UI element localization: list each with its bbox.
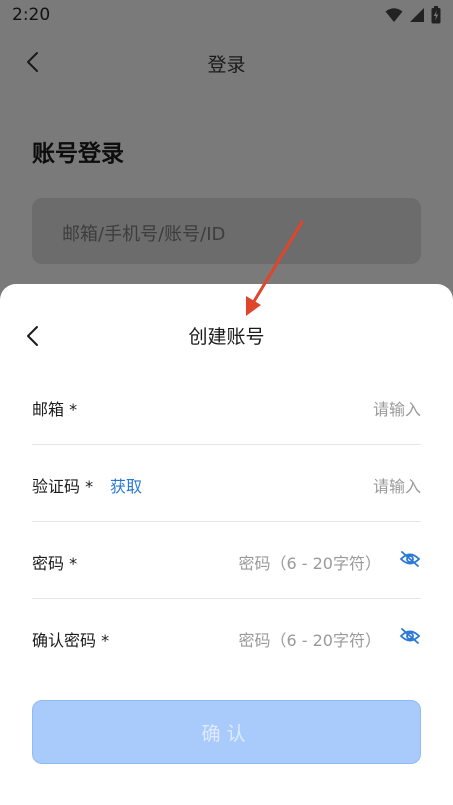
wifi-icon	[385, 8, 403, 22]
status-icons	[385, 6, 441, 24]
account-input[interactable]: 邮箱/手机号/账号/ID	[32, 198, 421, 264]
account-input-placeholder: 邮箱/手机号/账号/ID	[62, 224, 226, 245]
confirm-password-label: 确认密码 *	[32, 631, 110, 650]
confirm-password-input[interactable]: 密码（6 - 20字符）	[239, 627, 382, 651]
login-page-title: 登录	[207, 54, 246, 76]
get-code-button[interactable]: 获取	[110, 473, 142, 497]
confirm-button[interactable]: 确认	[32, 700, 421, 764]
email-row[interactable]: 邮箱 * 请输入	[32, 368, 421, 445]
signal-icon	[410, 8, 424, 22]
verification-code-label: 验证码 *	[32, 477, 94, 496]
verification-code-row[interactable]: 验证码 * 获取 请输入	[32, 445, 421, 522]
password-input[interactable]: 密码（6 - 20字符）	[239, 550, 382, 574]
password-row[interactable]: 密码 * 密码（6 - 20字符）	[32, 522, 421, 599]
verification-code-input[interactable]: 请输入	[373, 473, 421, 497]
status-bar: 2:20	[0, 0, 453, 30]
battery-icon	[431, 6, 441, 24]
eye-off-icon[interactable]	[399, 549, 421, 569]
email-input[interactable]: 请输入	[373, 396, 421, 420]
create-account-sheet: 创建账号 邮箱 * 请输入 验证码 * 获取 请输入 密码 * 密码（6 - 2…	[0, 284, 453, 805]
eye-off-icon[interactable]	[399, 626, 421, 646]
status-time: 2:20	[12, 5, 51, 25]
sheet-title: 创建账号	[188, 326, 265, 348]
password-label: 密码 *	[32, 554, 78, 573]
account-login-heading: 账号登录	[32, 141, 124, 167]
screen: 2:20 登录 账号登录 邮箱/手机号/账号/ID 创建账号 邮箱 * 请输入 …	[0, 0, 453, 805]
confirm-password-row[interactable]: 确认密码 * 密码（6 - 20字符）	[32, 599, 421, 675]
email-label: 邮箱 *	[32, 400, 78, 419]
